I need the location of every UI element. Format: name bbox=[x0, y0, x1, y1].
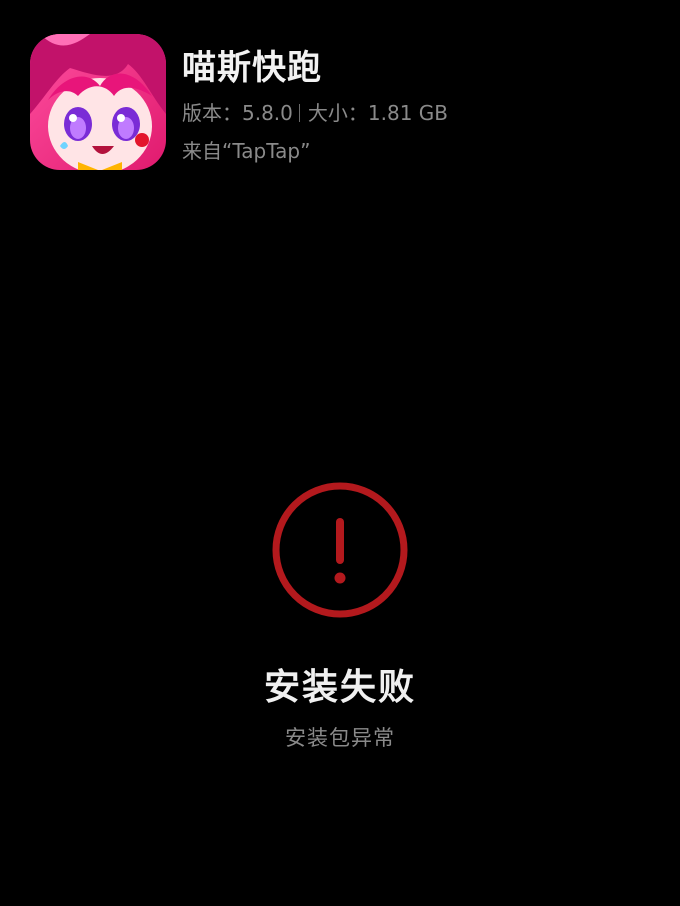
app-name: 喵斯快跑 bbox=[182, 48, 322, 88]
app-info: 喵斯快跑 版本：5.8.0 大小：1.81 GB 来自“TapTap” bbox=[182, 34, 642, 164]
result-subtitle: 安装包异常 bbox=[285, 726, 395, 750]
meta-divider bbox=[298, 104, 300, 122]
size-label: 大小： bbox=[307, 101, 368, 125]
install-result: 安装失败 安装包异常 bbox=[0, 480, 680, 752]
app-source: 来自“TapTap” bbox=[182, 139, 311, 163]
version-value: 5.8.0 bbox=[242, 101, 293, 125]
error-icon bbox=[272, 482, 408, 618]
size-value: 1.81 GB bbox=[367, 101, 448, 125]
app-icon bbox=[30, 34, 166, 170]
version-label: 版本： bbox=[182, 101, 242, 125]
app-header: 喵斯快跑 版本：5.8.0 大小：1.81 GB 来自“TapTap” bbox=[30, 34, 650, 174]
result-title: 安装失败 bbox=[263, 667, 416, 708]
app-meta: 版本：5.8.0 大小：1.81 GB bbox=[182, 100, 642, 126]
